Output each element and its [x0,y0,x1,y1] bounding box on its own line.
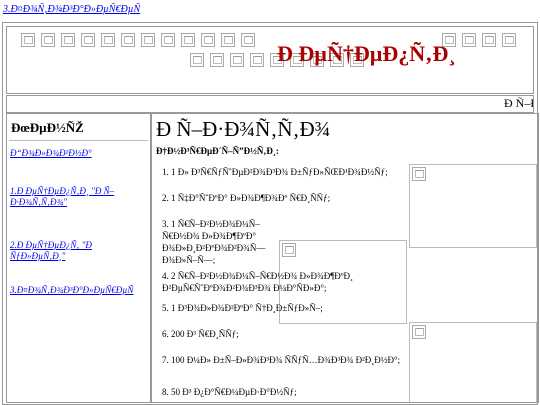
banner-image [462,33,476,47]
banner-image [81,33,95,47]
ingredient-item: 7. 100 Ð¼Ð» Ð±Ñ–Ð»Ð¾Ð³Ð¾ ÑÑƒÑ…Ð¾Ð³Ð¾ Ð²Ð… [162,355,401,365]
site-title: Ð ÐµÑ†ÐµÐ¿Ñ‚Ð¸ [277,41,456,66]
banner-image [181,33,195,47]
banner-image [230,53,244,67]
ingredient-item: 3. 1 Ñ€Ñ–Ð²Ð½Ð¾Ð¼Ñ–Ñ€Ð½Ð¾ Ð»Ð¾Ð¶ÐºÐ° Ð¾Ð… [162,219,266,265]
page-title: Ð Ñ–Ð·Ð¾Ñ‚Ñ‚Ð¾ [156,117,331,141]
banner-image [210,53,224,67]
sidebar-item-rolls[interactable]: 2.Ð ÐµÑ†ÐµÐ¿Ñ‚ "Ð ÑƒÐ»ÐµÑ‚Ð¸" [10,240,135,262]
recipe-image [409,322,537,402]
broken-image-icon [412,167,426,181]
marquee-text: Ð Ñ–Ð [504,96,533,110]
banner-image [121,33,135,47]
header-banner: Ð ÐµÑ†ÐµÐ¿Ñ‚Ð¸ [6,26,534,94]
sidebar-item-gallery[interactable]: 3.Ð¤Ð¾Ñ‚Ð¾Ð³Ð°Ð»ÐµÑ€ÐµÑ [10,285,133,296]
banner-image [141,33,155,47]
ingredient-item: 6. 200 Ð³ Ñ€Ð¸ÑÑƒ; [162,329,239,339]
banner-image [161,33,175,47]
banner-image [221,33,235,47]
sidebar-heading: ÐœÐµÐ½ÑŽ [11,120,84,135]
recipe-image [409,164,537,248]
banner-image [61,33,75,47]
page-frame: Ð ÐµÑ†ÐµÐ¿Ñ‚Ð¸ Ð Ñ–Ð ÐœÐµÐ½ÑŽ Ð“Ð¾Ð»Ð¾Ð²… [2,22,539,405]
photogallery-link[interactable]: 3.Ð¤Ð¾Ñ‚Ð¾Ð³Ð°Ð»ÐµÑ€ÐµÑ [3,4,140,15]
ingredient-item: 1. 1 Ð» Ð³Ñ€ÑƒÑˆÐµÐ²Ð¾Ð³Ð¾ Ð±ÑƒÐ»ÑŒÐ¹Ð¾Ð… [162,167,388,177]
marquee-strip: Ð Ñ–Ð [6,95,534,113]
banner-image [241,33,255,47]
sidebar-item-home[interactable]: Ð“Ð¾Ð»Ð¾Ð²Ð½Ð° [10,148,92,159]
banner-image [250,53,264,67]
broken-image-icon [282,243,296,257]
banner-image [502,33,516,47]
ingredient-item: 5. 1 Ð³Ð¾Ð»Ð¾Ð²ÐºÐ° Ñ†Ð¸Ð±ÑƒÐ»Ñ–; [162,303,323,313]
banner-image [201,33,215,47]
sidebar: ÐœÐµÐ½ÑŽ Ð“Ð¾Ð»Ð¾Ð²Ð½Ð° 1.Ð ÐµÑ†ÐµÐ¿Ñ‚Ð¸… [6,113,151,403]
ingredient-item: 4. 2 Ñ€Ñ–Ð²Ð½Ð¾Ð¼Ñ–Ñ€Ð½Ð¾ Ð»Ð¾Ð¶ÐºÐ¸ Ð²Ð… [162,271,354,293]
banner-image [41,33,55,47]
broken-image-icon [412,325,426,339]
ingredients-heading: Ð†Ð½Ð³Ñ€ÐµÐ´Ñ–Ñ”Ð½Ñ‚Ð¸: [156,146,279,156]
banner-image [21,33,35,47]
sidebar-item-risotto[interactable]: 1.Ð ÐµÑ†ÐµÐ¿Ñ‚Ð¸ "Ð Ñ–Ð·Ð¾Ñ‚Ñ‚Ð¾" [10,186,135,208]
main-content: Ð Ñ–Ð·Ð¾Ñ‚Ñ‚Ð¾ Ð†Ð½Ð³Ñ€ÐµÐ´Ñ–Ñ”Ð½Ñ‚Ð¸: 1… [151,113,539,403]
banner-image [190,53,204,67]
banner-image [482,33,496,47]
ingredient-item: 2. 1 Ñ‡Ð°ÑˆÐºÐ° Ð»Ð¾Ð¶Ð¾Ðº Ñ€Ð¸ÑÑƒ; [162,193,331,203]
ingredient-item: 8. 50 Ð³ Ð¿Ð°Ñ€Ð¼ÐµÐ·Ð°Ð½Ñƒ; [162,387,297,397]
divider [9,140,148,141]
banner-image [101,33,115,47]
